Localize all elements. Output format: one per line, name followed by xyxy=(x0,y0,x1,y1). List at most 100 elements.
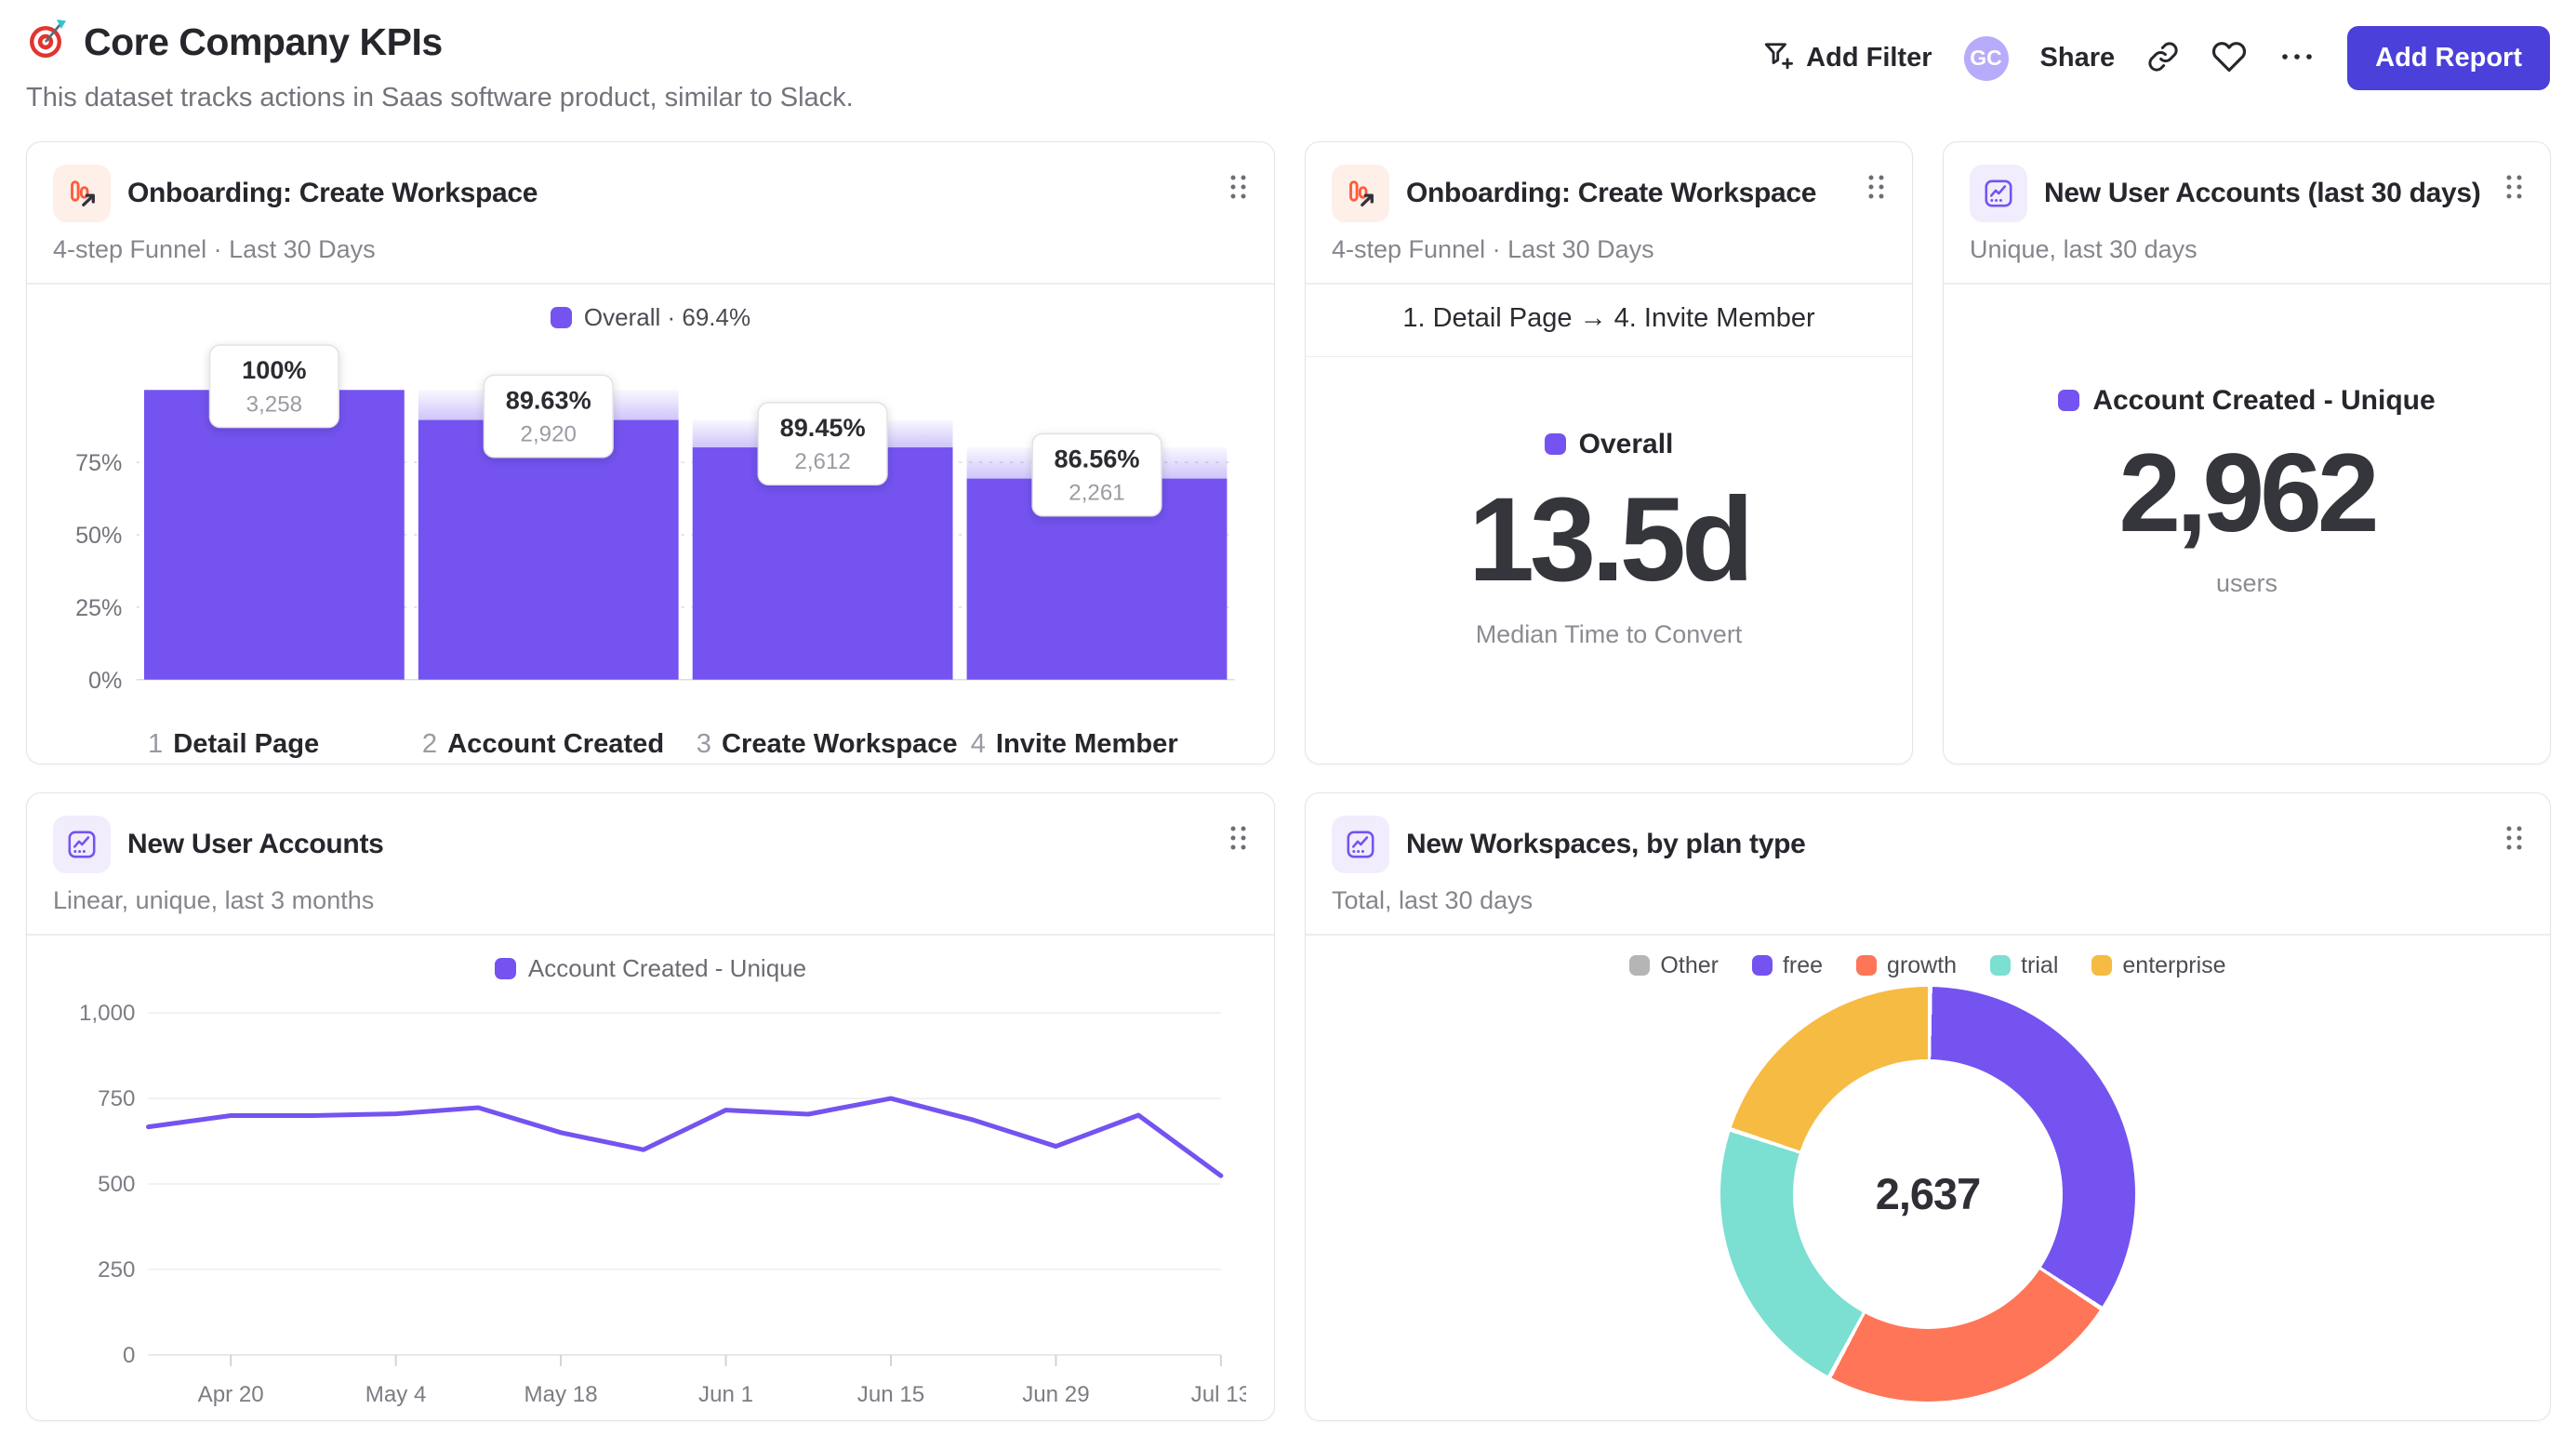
card-head: New User Accounts Linear, unique, last 3… xyxy=(27,793,1274,934)
metric-value: 2,962 xyxy=(2118,430,2379,555)
line-xtick: Jun 29 xyxy=(1022,1382,1089,1407)
copy-link-button[interactable] xyxy=(2146,40,2180,76)
funnel-report-icon xyxy=(1332,165,1389,222)
funnel-step-range: 1. Detail Page → 4. Invite Member xyxy=(1306,285,1912,357)
line-xtick: Jun 1 xyxy=(698,1382,753,1407)
card-head: New Workspaces, by plan type Total, last… xyxy=(1306,793,2550,934)
page-subtitle: This dataset tracks actions in Saas soft… xyxy=(26,83,854,113)
card-body: Other free growth trial enterprise 2,637 xyxy=(1306,936,2550,1421)
funnel-step-label: 2 Account Created xyxy=(422,729,664,759)
drag-handle-icon[interactable] xyxy=(1228,823,1250,856)
legend-label: Account Created - Unique xyxy=(2092,384,2436,416)
legend-swatch xyxy=(1990,955,2012,976)
funnel-tooltip: 100% 3,258 xyxy=(208,343,339,428)
legend-label: Overall xyxy=(1578,428,1674,459)
line-chart-area: 0 250 500 750 1,000 Apr 20 May 4 May 18 Jun 1 Jun… xyxy=(27,983,1274,1422)
funnel-step-label: 3 Create Workspace xyxy=(697,729,958,759)
heart-icon xyxy=(2211,39,2247,77)
legend-item-enterprise[interactable]: enterprise xyxy=(2091,951,2226,979)
avatar[interactable]: GC xyxy=(1963,35,2009,81)
card-subtitle: 4-step Funnel · Last 30 Days xyxy=(53,235,376,263)
metric-legend[interactable]: Overall xyxy=(1544,428,1674,460)
donut-total: 2,637 xyxy=(1875,1169,1982,1218)
funnel-ytick: 50% xyxy=(75,523,122,549)
card-body: Account Created - Unique 2,962 users xyxy=(1944,285,2550,764)
card-subtitle: Total, last 30 days xyxy=(1332,886,1534,914)
line-chart[interactable]: 0 250 500 750 1,000 Apr 20 May 4 May 18 Jun 1 Jun… xyxy=(55,985,1246,1422)
add-filter-label: Add Filter xyxy=(1806,43,1932,73)
funnel-bar[interactable] xyxy=(418,419,679,680)
legend-label: Overall · 69.4% xyxy=(583,302,751,331)
line-legend[interactable]: Account Created - Unique xyxy=(27,954,1274,983)
legend-label: trial xyxy=(2021,951,2059,978)
legend-item-growth[interactable]: growth xyxy=(1856,952,1957,979)
legend-swatch xyxy=(1856,955,1878,976)
card-body: Account Created - Unique 0 250 500 750 1,000… xyxy=(27,936,1274,1421)
drag-handle-icon[interactable] xyxy=(2503,823,2526,856)
drag-handle-icon[interactable] xyxy=(2503,172,2526,205)
line-ytick: 0 xyxy=(123,1342,135,1367)
more-options-button[interactable] xyxy=(2278,50,2316,66)
legend-label: Account Created - Unique xyxy=(527,953,807,982)
legend-item-trial[interactable]: trial xyxy=(1990,952,2058,979)
legend-swatch xyxy=(2058,390,2080,412)
line-xtick: Jun 15 xyxy=(857,1382,924,1407)
trend-line[interactable] xyxy=(145,1096,1224,1178)
add-report-button[interactable]: Add Report xyxy=(2347,26,2550,90)
ellipsis-icon xyxy=(2278,50,2316,66)
card-title: Onboarding: Create Workspace xyxy=(1406,178,1817,208)
card-head: Onboarding: Create Workspace 4-step Funn… xyxy=(1306,142,1912,283)
funnel-tooltip: 89.63% 2,920 xyxy=(483,374,614,459)
card-body: Overall · 69.4% 0% 25% 50% 75% 1 Detail Page 2… xyxy=(27,285,1274,764)
card-title: Onboarding: Create Workspace xyxy=(127,178,538,208)
dashboard-page: Core Company KPIs This dataset tracks ac… xyxy=(0,0,2576,1421)
header-actions: Add Filter GC Share Add Report xyxy=(1761,26,2550,90)
funnel-ytick: 0% xyxy=(88,667,122,693)
donut-chart[interactable]: 2,637 xyxy=(1720,986,2135,1402)
donut-chart-area: 2,637 xyxy=(1306,986,2550,1421)
big-number-stack: Overall 13.5d Median Time to Convert xyxy=(1306,357,1912,764)
line-xtick: May 18 xyxy=(524,1382,598,1407)
legend-swatch xyxy=(1544,433,1566,456)
funnel-bar[interactable] xyxy=(143,389,405,680)
big-number-stack: Account Created - Unique 2,962 users xyxy=(1944,285,2550,764)
card-head: Onboarding: Create Workspace 4-step Funn… xyxy=(27,142,1274,283)
metric-value: 13.5d xyxy=(1467,472,1754,606)
funnel-step-label: 1 Detail Page xyxy=(148,729,319,759)
line-xtick: May 4 xyxy=(365,1382,427,1407)
line-ytick: 1,000 xyxy=(79,1001,135,1026)
drag-handle-icon[interactable] xyxy=(1228,172,1250,205)
legend-item-free[interactable]: free xyxy=(1751,952,1823,979)
share-button[interactable]: Share xyxy=(2040,43,2116,73)
card-subtitle: Linear, unique, last 3 months xyxy=(53,886,375,914)
legend-swatch xyxy=(1629,955,1651,976)
metric-caption: users xyxy=(2215,568,2278,597)
legend-swatch xyxy=(2091,955,2113,976)
legend-swatch xyxy=(494,957,516,979)
drag-handle-icon[interactable] xyxy=(1866,172,1888,205)
legend-label: enterprise xyxy=(2122,951,2226,978)
insights-report-icon xyxy=(53,816,111,873)
legend-item-other[interactable]: Other xyxy=(1629,952,1719,979)
legend-label: growth xyxy=(1887,951,1958,978)
svg-text:89.63%: 89.63% xyxy=(506,385,591,414)
line-xtick: Apr 20 xyxy=(198,1382,264,1407)
filter-plus-icon xyxy=(1761,38,1795,79)
card-title: New User Accounts (last 30 days) xyxy=(2044,178,2481,208)
funnel-chart[interactable]: 0% 25% 50% 75% 1 Detail Page 2 Account Created 3… xyxy=(55,334,1246,765)
insights-report-icon xyxy=(1332,816,1389,873)
funnel-legend[interactable]: Overall · 69.4% xyxy=(27,303,1274,332)
funnel-ytick: 75% xyxy=(75,450,122,476)
line-ytick: 500 xyxy=(98,1172,135,1197)
metric-legend[interactable]: Account Created - Unique xyxy=(2058,384,2436,417)
page-header: Core Company KPIs This dataset tracks ac… xyxy=(26,0,2550,113)
card-subtitle: Unique, last 30 days xyxy=(1970,235,2198,263)
metric-caption: Median Time to Convert xyxy=(1475,619,1743,648)
svg-text:100%: 100% xyxy=(242,355,306,384)
target-emoji-icon xyxy=(26,19,69,66)
add-filter-button[interactable]: Add Filter xyxy=(1761,38,1932,79)
card-median-time: Onboarding: Create Workspace 4-step Funn… xyxy=(1305,141,1913,764)
favorite-button[interactable] xyxy=(2211,39,2247,77)
card-title: New Workspaces, by plan type xyxy=(1406,829,1806,859)
card-new-users-30d: New User Accounts (last 30 days) Unique,… xyxy=(1943,141,2551,764)
